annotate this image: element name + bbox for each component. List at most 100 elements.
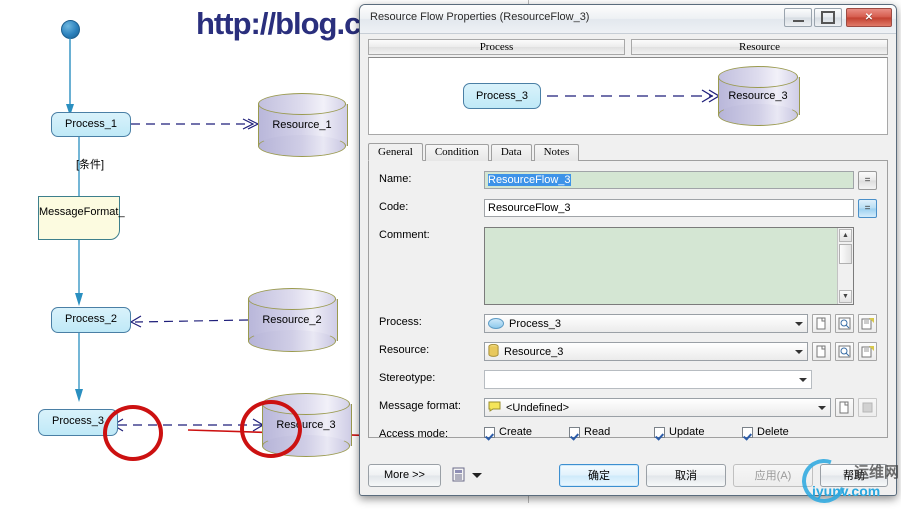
name-input[interactable]: ResourceFlow_3 bbox=[484, 171, 854, 189]
tab-data[interactable]: Data bbox=[490, 144, 532, 161]
general-tab-panel: Name: ResourceFlow_3 = Code: ResourceFlo… bbox=[368, 160, 888, 440]
access-mode-delete-label: Delete bbox=[757, 426, 789, 438]
scroll-up-icon[interactable]: ▲ bbox=[839, 229, 852, 242]
tab-notes[interactable]: Notes bbox=[533, 144, 580, 161]
chevron-down-icon bbox=[795, 350, 803, 354]
resource-row: Resource: Resource_3 bbox=[379, 342, 877, 361]
restore-icon bbox=[821, 11, 835, 24]
comment-label: Comment: bbox=[379, 229, 430, 241]
name-row: Name: ResourceFlow_3 = bbox=[379, 171, 877, 190]
access-mode-update-label: Update bbox=[669, 426, 705, 438]
name-label: Name: bbox=[379, 173, 412, 185]
stereotype-label: Stereotype: bbox=[379, 372, 436, 384]
preview-header-process[interactable]: Process bbox=[368, 39, 625, 55]
preview-process-node[interactable]: Process_3 bbox=[463, 83, 541, 109]
name-equals-button[interactable]: = bbox=[858, 171, 877, 190]
resource-properties-button[interactable] bbox=[858, 342, 877, 361]
report-icon[interactable] bbox=[451, 467, 466, 483]
help-button[interactable]: 帮助 bbox=[820, 463, 888, 487]
resource-1-node[interactable]: Resource_1 bbox=[258, 93, 348, 157]
code-label: Code: bbox=[379, 201, 409, 213]
access-mode-delete[interactable]: Delete bbox=[742, 426, 789, 438]
access-mode-read[interactable]: Read bbox=[569, 426, 654, 438]
tab-bar[interactable]: General Condition Data Notes bbox=[368, 143, 888, 161]
scrollbar-thumb[interactable] bbox=[839, 244, 852, 264]
process-browse-button[interactable] bbox=[835, 314, 854, 333]
resource-2-label: Resource_2 bbox=[262, 314, 322, 326]
checkbox-create-icon[interactable] bbox=[484, 426, 495, 438]
restore-button[interactable] bbox=[814, 8, 842, 27]
process-label: Process: bbox=[379, 316, 422, 328]
minimize-icon bbox=[792, 19, 804, 22]
stereotype-row: Stereotype: bbox=[379, 370, 877, 389]
resource-label: Resource: bbox=[379, 344, 430, 356]
report-dropdown-icon[interactable] bbox=[472, 472, 482, 478]
cancel-button[interactable]: 取消 bbox=[646, 463, 726, 487]
message-format-label: Message format: bbox=[379, 400, 461, 412]
condition-label: [条件] bbox=[76, 159, 105, 171]
resource-combobox[interactable]: Resource_3 bbox=[484, 342, 808, 361]
checkbox-delete-icon[interactable] bbox=[742, 426, 753, 438]
message-format-note[interactable]: MessageFormat_ bbox=[38, 196, 125, 240]
more-button[interactable]: More >> bbox=[368, 463, 441, 487]
tab-general[interactable]: General bbox=[368, 143, 423, 161]
access-mode-update[interactable]: Update bbox=[654, 426, 742, 438]
process-3-label: Process_3 bbox=[52, 415, 104, 427]
message-format-value: <Undefined> bbox=[506, 401, 569, 414]
resource-combobox-value: Resource_3 bbox=[504, 345, 564, 358]
chevron-down-icon bbox=[795, 322, 803, 326]
ok-button[interactable]: 确定 bbox=[559, 463, 639, 487]
close-button[interactable]: ✕ bbox=[846, 8, 892, 27]
resource-new-button[interactable] bbox=[812, 342, 831, 361]
annotation-circle-resource3 bbox=[240, 400, 302, 458]
preview-header-resource[interactable]: Resource bbox=[631, 39, 888, 55]
minimize-button[interactable] bbox=[784, 8, 812, 27]
dialog-body: Process Resource Process_3 Resource_3 Ge… bbox=[360, 33, 896, 495]
apply-button[interactable]: 应用(A) bbox=[733, 463, 813, 487]
note-icon bbox=[488, 401, 501, 415]
preview-process-label: Process_3 bbox=[476, 90, 528, 102]
stereotype-combobox[interactable] bbox=[484, 370, 812, 389]
process-1-node[interactable]: Process_1 bbox=[51, 112, 131, 137]
checkbox-update-icon[interactable] bbox=[654, 426, 665, 438]
name-input-value: ResourceFlow_3 bbox=[488, 174, 571, 186]
message-format-new-button[interactable] bbox=[835, 398, 854, 417]
tab-condition[interactable]: Condition bbox=[424, 144, 489, 161]
preview-resource-node[interactable]: Resource_3 bbox=[718, 66, 800, 126]
code-input[interactable]: ResourceFlow_3 bbox=[484, 199, 854, 217]
process-properties-button[interactable] bbox=[858, 314, 877, 333]
comment-textarea[interactable]: ▲ ▼ bbox=[484, 227, 854, 305]
access-mode-create[interactable]: Create bbox=[484, 426, 569, 438]
dialog-title: Resource Flow Properties (ResourceFlow_3… bbox=[370, 11, 590, 23]
message-format-row: Message format: <Undefined> bbox=[379, 398, 877, 417]
code-row: Code: ResourceFlow_3 = bbox=[379, 199, 877, 218]
process-1-label: Process_1 bbox=[65, 118, 117, 130]
comment-scrollbar[interactable]: ▲ ▼ bbox=[837, 228, 853, 304]
process-row: Process: Process_3 bbox=[379, 314, 877, 333]
resource-1-label: Resource_1 bbox=[272, 119, 332, 131]
checkbox-read-icon[interactable] bbox=[569, 426, 580, 438]
code-equals-button[interactable]: = bbox=[858, 199, 877, 218]
process-combobox[interactable]: Process_3 bbox=[484, 314, 808, 333]
process-2-label: Process_2 bbox=[65, 313, 117, 325]
process-combobox-value: Process_3 bbox=[509, 317, 561, 330]
dialog-titlebar[interactable]: Resource Flow Properties (ResourceFlow_3… bbox=[360, 5, 896, 34]
access-mode-create-label: Create bbox=[499, 426, 533, 438]
resource-browse-button[interactable] bbox=[835, 342, 854, 361]
chevron-down-icon bbox=[818, 406, 826, 410]
message-format-properties-button[interactable] bbox=[858, 398, 877, 417]
resource-icon bbox=[488, 343, 499, 360]
annotation-circle-process3 bbox=[103, 405, 163, 461]
access-mode-read-label: Read bbox=[584, 426, 611, 438]
resource-2-node[interactable]: Resource_2 bbox=[248, 288, 338, 352]
process-icon bbox=[488, 318, 504, 329]
message-format-combobox[interactable]: <Undefined> bbox=[484, 398, 831, 417]
comment-row: Comment: ▲ ▼ bbox=[379, 227, 877, 305]
chevron-down-icon bbox=[799, 378, 807, 382]
process-new-button[interactable] bbox=[812, 314, 831, 333]
scroll-down-icon[interactable]: ▼ bbox=[839, 290, 852, 303]
preview-resource-label: Resource_3 bbox=[728, 90, 788, 102]
resource-flow-properties-dialog[interactable]: Resource Flow Properties (ResourceFlow_3… bbox=[359, 4, 897, 496]
process-2-node[interactable]: Process_2 bbox=[51, 307, 131, 333]
preview-canvas[interactable]: Process_3 Resource_3 bbox=[368, 57, 888, 135]
